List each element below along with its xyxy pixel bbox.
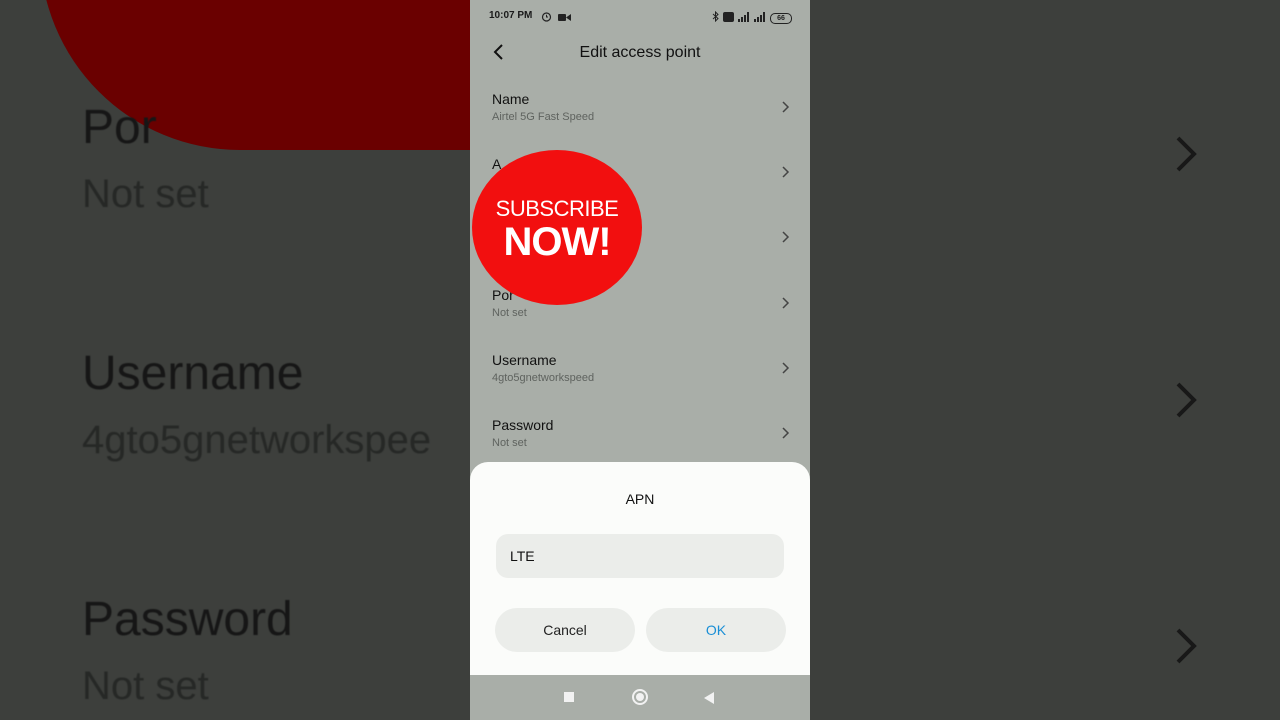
setting-row-password[interactable]: Password Not set: [470, 403, 810, 467]
setting-label: Username: [492, 352, 557, 368]
status-bar: 10:07 PM 66: [470, 0, 810, 32]
app-bar: Edit access point: [470, 32, 810, 72]
battery-icon: 66: [770, 12, 792, 24]
back-arrow-icon[interactable]: [704, 692, 714, 704]
background-left: Por Not set Username 4gto5gnetworkspee P…: [0, 0, 470, 720]
chevron-right-icon: [782, 427, 790, 439]
setting-row-name[interactable]: Name Airtel 5G Fast Speed: [470, 77, 810, 141]
chevron-right-icon: [1170, 626, 1198, 664]
setting-value: Not set: [492, 307, 527, 319]
chevron-right-icon: [1170, 134, 1198, 172]
ok-button[interactable]: OK: [646, 608, 786, 652]
signal-icon: [754, 9, 766, 27]
status-right-icons: 66: [712, 9, 792, 27]
chevron-right-icon: [782, 362, 790, 374]
signal-icon: [738, 9, 750, 27]
home-icon[interactable]: [632, 689, 648, 705]
chevron-right-icon: [782, 297, 790, 309]
subscribe-text: SUBSCRIBE: [495, 196, 619, 221]
background-item-label: Password: [82, 593, 293, 646]
background-right: [810, 0, 1280, 720]
recent-apps-icon[interactable]: [564, 692, 574, 702]
setting-label: Password: [492, 417, 554, 433]
chevron-right-icon: [782, 231, 790, 243]
status-time: 10:07 PM: [489, 10, 533, 21]
setting-row-username[interactable]: Username 4gto5gnetworkspeed: [470, 338, 810, 402]
apn-dialog: APN Cancel OK: [470, 462, 810, 675]
chevron-right-icon: [1170, 380, 1198, 418]
cancel-button[interactable]: Cancel: [495, 608, 635, 652]
background-item-value: 4gto5gnetworkspee: [82, 418, 432, 462]
apn-input[interactable]: [496, 534, 784, 578]
setting-value: 4gto5gnetworkspeed: [492, 372, 595, 384]
subscribe-now-text: NOW!: [503, 220, 611, 264]
background-item-label: Username: [82, 347, 304, 400]
setting-value: Not set: [492, 437, 527, 449]
setting-label: Name: [492, 91, 530, 107]
dialog-title: APN: [625, 491, 655, 507]
navigation-bar: [470, 675, 810, 720]
background-item-label: Por: [82, 101, 157, 154]
chevron-right-icon: [782, 101, 790, 113]
video-camera-icon: [558, 9, 571, 27]
status-left-icons: [541, 9, 571, 27]
chevron-right-icon: [782, 166, 790, 178]
network-type-icon: [723, 9, 734, 27]
setting-value: Airtel 5G Fast Speed: [492, 111, 595, 123]
page-title: Edit access point: [579, 44, 701, 61]
background-item-value: Not set: [82, 664, 209, 708]
subscribe-badge: SUBSCRIBE NOW!: [472, 150, 642, 305]
background-item-value: Not set: [82, 172, 209, 216]
bluetooth-icon: [712, 9, 719, 27]
alarm-icon: [541, 9, 552, 27]
